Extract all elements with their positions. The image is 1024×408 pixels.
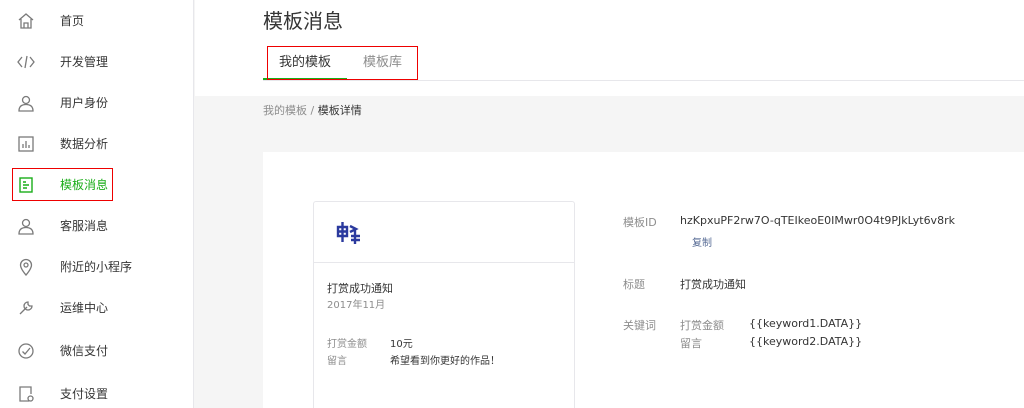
breadcrumb-parent[interactable]: 我的模板 [263,104,307,117]
title-row: 标题 打赏成功通知 [623,276,746,292]
template-detail-panel: 打赏成功通知 2017年11月 打赏金额 10元 留言 希望看到你更好的作品！ … [263,152,1024,408]
chart-icon [16,134,36,154]
sidebar-item-ops-center[interactable]: 运维中心 [0,287,194,328]
home-icon [16,11,36,31]
app-window: 首页 开发管理 用户身份 数据分析 模板消息 客服消息 附近的小程序 运维中心 … [0,0,1024,408]
keyword-key: 留言 [680,337,702,350]
sidebar: 首页 开发管理 用户身份 数据分析 模板消息 客服消息 附近的小程序 运维中心 … [0,0,194,408]
breadcrumb-current: 模板详情 [317,104,362,117]
preview-row: 留言 希望看到你更好的作品！ [327,352,500,367]
page-title: 模板消息 [263,9,343,33]
title-value: 打赏成功通知 [680,278,746,291]
divider [263,80,1024,81]
sidebar-item-customer-service[interactable]: 客服消息 [0,205,194,246]
template-id-label: 模板ID [623,216,657,229]
preview-row-value: 10元 [390,339,413,350]
template-id-row: 模板ID hzKpxuPF2rw7O-qTEIkeoE0IMwr0O4t9PJk… [623,214,955,230]
keyword-row: 打赏金额 {{keyword1.DATA}} [680,317,862,333]
sidebar-item-nearby-miniprogram[interactable]: 附近的小程序 [0,246,194,287]
user-icon [16,93,36,113]
sidebar-item-user-identity[interactable]: 用户身份 [0,82,194,123]
sidebar-item-label: 附近的小程序 [60,260,133,274]
app-logo-icon [334,218,364,248]
template-preview-card: 打赏成功通知 2017年11月 打赏金额 10元 留言 希望看到你更好的作品！ [313,201,575,408]
main-content: 模板消息 我的模板 模板库 我的模板 / 模板详情 打赏成功通知 2017年11… [195,0,1024,408]
sidebar-item-label: 微信支付 [60,344,109,358]
sidebar-item-home[interactable]: 首页 [0,0,194,41]
breadcrumb: 我的模板 / 模板详情 [263,102,362,118]
sidebar-item-dev-management[interactable]: 开发管理 [0,41,194,82]
keywords-label: 关键词 [623,319,656,332]
template-id-value: hzKpxuPF2rw7O-qTEIkeoE0IMwr0O4t9PJkLyt6v… [680,214,955,227]
title-label: 标题 [623,278,645,291]
keyword-value: {{keyword2.DATA}} [749,335,863,348]
divider [314,262,574,263]
sidebar-item-label: 用户身份 [60,96,109,110]
preview-row-key: 打赏金额 [327,339,367,350]
sidebar-item-label: 首页 [60,14,85,28]
preview-row-value: 希望看到你更好的作品！ [390,356,500,367]
keyword-key: 打赏金额 [680,319,724,332]
highlight-box [267,46,418,80]
sidebar-item-wechat-pay[interactable]: 微信支付 [0,330,194,371]
sidebar-item-payment-settings[interactable]: 支付设置 [0,373,194,408]
wrench-icon [16,298,36,318]
breadcrumb-separator: / [310,104,315,117]
payment-icon [16,341,36,361]
sidebar-item-data-analysis[interactable]: 数据分析 [0,123,194,164]
keywords-label-row: 关键词 [623,317,680,333]
copy-link[interactable]: 复制 [692,234,712,249]
keyword-row: 留言 {{keyword2.DATA}} [680,335,862,351]
location-icon [16,257,36,277]
sidebar-item-label: 开发管理 [60,55,109,69]
highlight-box [12,168,113,201]
keyword-value: {{keyword1.DATA}} [749,317,863,330]
page-header: 模板消息 我的模板 模板库 [195,0,1024,96]
support-icon [16,216,36,236]
sidebar-item-label: 客服消息 [60,219,109,233]
preview-title: 打赏成功通知 [327,282,393,295]
sidebar-item-label: 数据分析 [60,137,109,151]
preview-date: 2017年11月 [327,300,386,311]
sidebar-item-label: 支付设置 [60,387,109,401]
settings-doc-icon [16,384,36,404]
preview-row-key: 留言 [327,356,347,367]
preview-row: 打赏金额 10元 [327,335,413,350]
sidebar-item-label: 运维中心 [60,301,109,315]
code-icon [16,52,36,72]
